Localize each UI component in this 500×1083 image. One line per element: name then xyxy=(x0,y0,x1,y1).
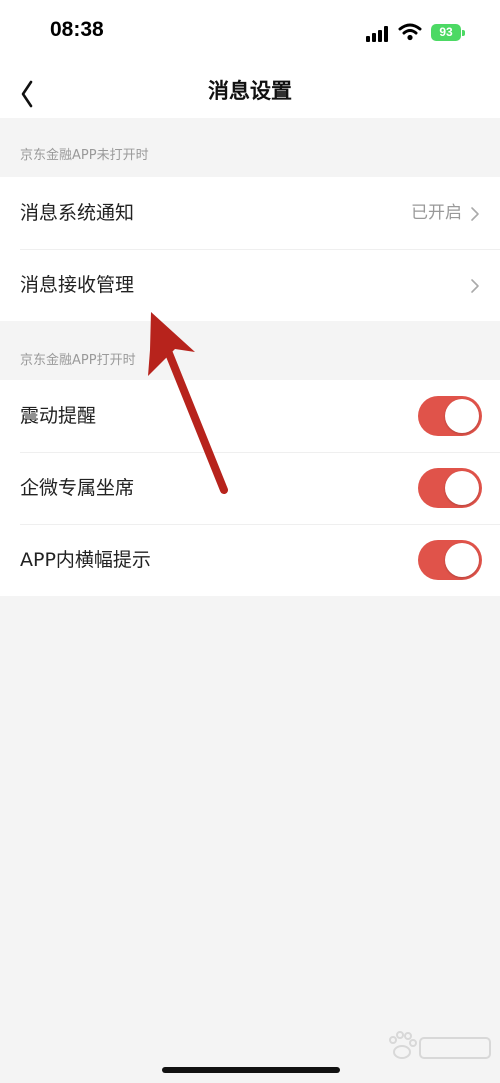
baidu-watermark xyxy=(389,1031,491,1059)
home-indicator xyxy=(162,1067,340,1073)
annotation-arrow xyxy=(148,312,228,494)
